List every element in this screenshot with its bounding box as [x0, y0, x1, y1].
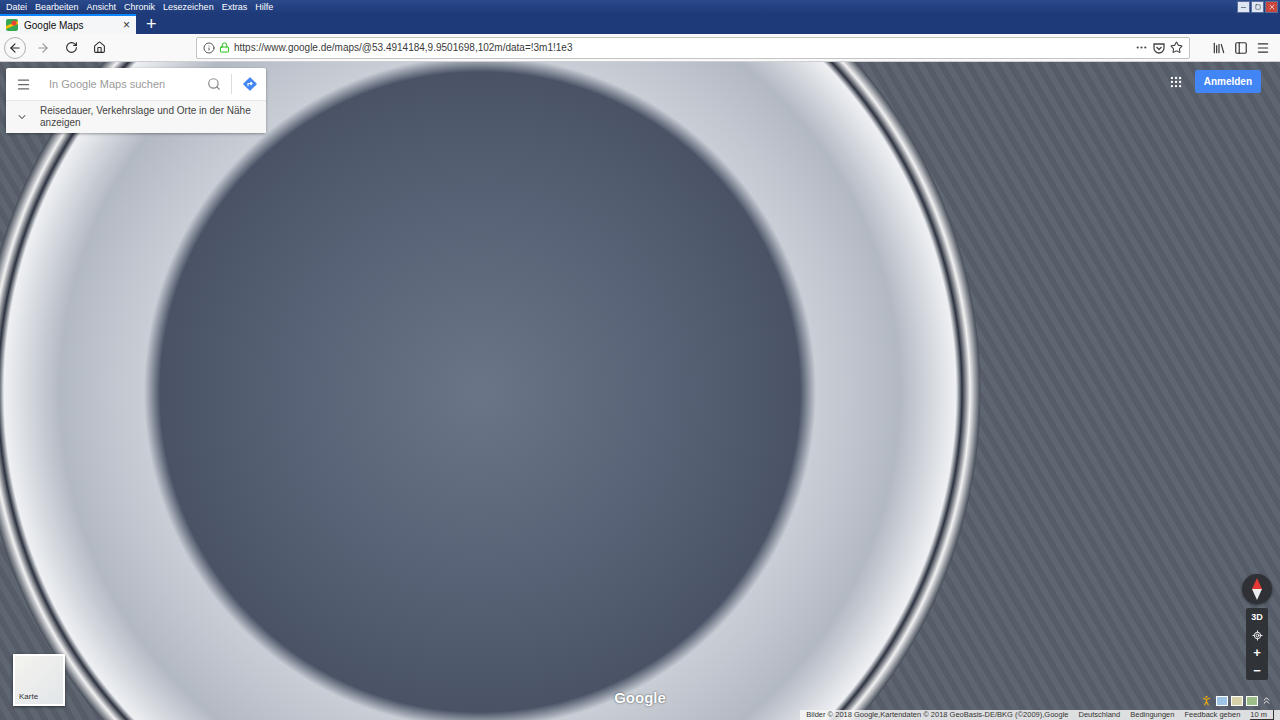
menu-item[interactable]: Bearbeiten	[31, 1, 83, 13]
reload-button[interactable]	[60, 37, 82, 59]
account-area: Anmelden	[1169, 70, 1261, 93]
attribution-link[interactable]: Bedingungen	[1130, 710, 1174, 720]
hamburger-menu-icon[interactable]	[1256, 41, 1270, 55]
window-controls	[1237, 0, 1278, 13]
menu-item[interactable]: Chronik	[120, 1, 159, 13]
sidebar-icon[interactable]	[1234, 41, 1248, 55]
menu-bar: DateiBearbeitenAnsichtChronikLesezeichen…	[0, 0, 1280, 13]
pocket-icon[interactable]	[1152, 41, 1166, 55]
layer-toggle[interactable]: Karte	[13, 654, 65, 706]
scale-bar[interactable]: 10 m	[1250, 710, 1274, 720]
browser-window: DateiBearbeitenAnsichtChronikLesezeichen…	[0, 0, 1280, 720]
back-button[interactable]	[4, 37, 26, 59]
imagery-thumb[interactable]	[1216, 696, 1228, 706]
library-icon[interactable]	[1212, 41, 1226, 55]
menu-item[interactable]: Datei	[2, 1, 31, 13]
compass-icon	[1250, 578, 1264, 600]
forward-button[interactable]	[32, 37, 54, 59]
close-icon	[1268, 3, 1276, 11]
map-view[interactable]: In Google Maps suchen Reisedauer, Verkehr…	[0, 62, 1280, 720]
view-options	[1200, 694, 1280, 710]
google-logo: Google	[614, 689, 666, 706]
pegman-icon[interactable]	[1200, 694, 1213, 707]
back-icon	[8, 41, 22, 55]
expand-icon	[16, 110, 28, 124]
toolbar-icons	[1196, 41, 1276, 55]
search-row: In Google Maps suchen	[6, 68, 266, 101]
home-icon	[93, 41, 106, 54]
reload-icon	[65, 41, 78, 54]
bookmark-star-icon[interactable]	[1170, 41, 1183, 54]
lock-icon	[219, 42, 230, 53]
search-card: In Google Maps suchen Reisedauer, Verkehr…	[6, 68, 266, 133]
locate-icon	[1252, 630, 1263, 641]
search-icon[interactable]	[207, 77, 221, 91]
search-input[interactable]: In Google Maps suchen	[41, 78, 197, 90]
forward-icon	[36, 41, 50, 55]
tilt-button[interactable]: 3D	[1246, 608, 1268, 626]
menu-item[interactable]: Hilfe	[251, 1, 277, 13]
apps-grid-icon[interactable]	[1169, 75, 1183, 89]
imagery-thumb[interactable]	[1231, 696, 1243, 706]
menu-item[interactable]: Extras	[218, 1, 252, 13]
tab-close[interactable]: ×	[123, 19, 130, 31]
menu-item[interactable]: Ansicht	[83, 1, 121, 13]
maximize-button[interactable]	[1251, 1, 1264, 13]
nearby-hint-text: Reisedauer, Verkehrslage und Orte in der…	[40, 105, 258, 129]
maps-favicon-icon	[6, 19, 18, 31]
satellite-image[interactable]	[0, 62, 1280, 720]
navigation-bar: https://www.google.de/maps/@53.4914184,9…	[0, 34, 1280, 62]
attribution-link[interactable]: Feedback geben	[1184, 710, 1240, 720]
tab[interactable]: Google Maps ×	[0, 14, 136, 34]
maximize-icon	[1255, 4, 1261, 10]
map-controls: 3D +−	[1242, 574, 1272, 680]
new-tab-button[interactable]: +	[136, 14, 167, 34]
expand-up-icon[interactable]	[1261, 695, 1272, 706]
tab-bar: Google Maps × +	[0, 13, 1280, 34]
attribution-bar: Bilder © 2018 Google,Kartendaten © 2018 …	[800, 710, 1280, 720]
tab-label: Google Maps	[24, 20, 117, 31]
compass-button[interactable]	[1242, 574, 1272, 604]
close-button[interactable]	[1265, 1, 1278, 13]
directions-icon[interactable]	[242, 76, 258, 92]
url-text[interactable]: https://www.google.de/maps/@53.4914184,9…	[234, 42, 1131, 53]
nearby-hint[interactable]: Reisedauer, Verkehrslage und Orte in der…	[6, 101, 266, 133]
zoom-out-button[interactable]: −	[1246, 662, 1268, 680]
layer-toggle-label: Karte	[19, 692, 38, 701]
zoom-in-button[interactable]: +	[1246, 644, 1268, 662]
minimize-icon	[1240, 4, 1247, 11]
locate-button[interactable]	[1246, 626, 1268, 644]
attribution-link[interactable]: Deutschland	[1079, 710, 1121, 720]
menu-item[interactable]: Lesezeichen	[159, 1, 218, 13]
info-icon[interactable]	[203, 42, 215, 54]
bottom-bar: Bilder © 2018 Google,Kartendaten © 2018 …	[800, 694, 1280, 720]
home-button[interactable]	[88, 37, 110, 59]
menu-icon[interactable]	[16, 77, 31, 92]
page-actions-icon[interactable]	[1135, 41, 1148, 54]
imagery-thumb[interactable]	[1246, 696, 1258, 706]
minimize-button[interactable]	[1237, 1, 1250, 13]
divider	[231, 74, 232, 94]
control-stack: 3D +−	[1246, 608, 1268, 680]
attribution-link[interactable]: Bilder © 2018 Google,Kartendaten © 2018 …	[806, 710, 1068, 720]
sign-in-button[interactable]: Anmelden	[1195, 70, 1261, 93]
address-bar[interactable]: https://www.google.de/maps/@53.4914184,9…	[196, 37, 1190, 59]
